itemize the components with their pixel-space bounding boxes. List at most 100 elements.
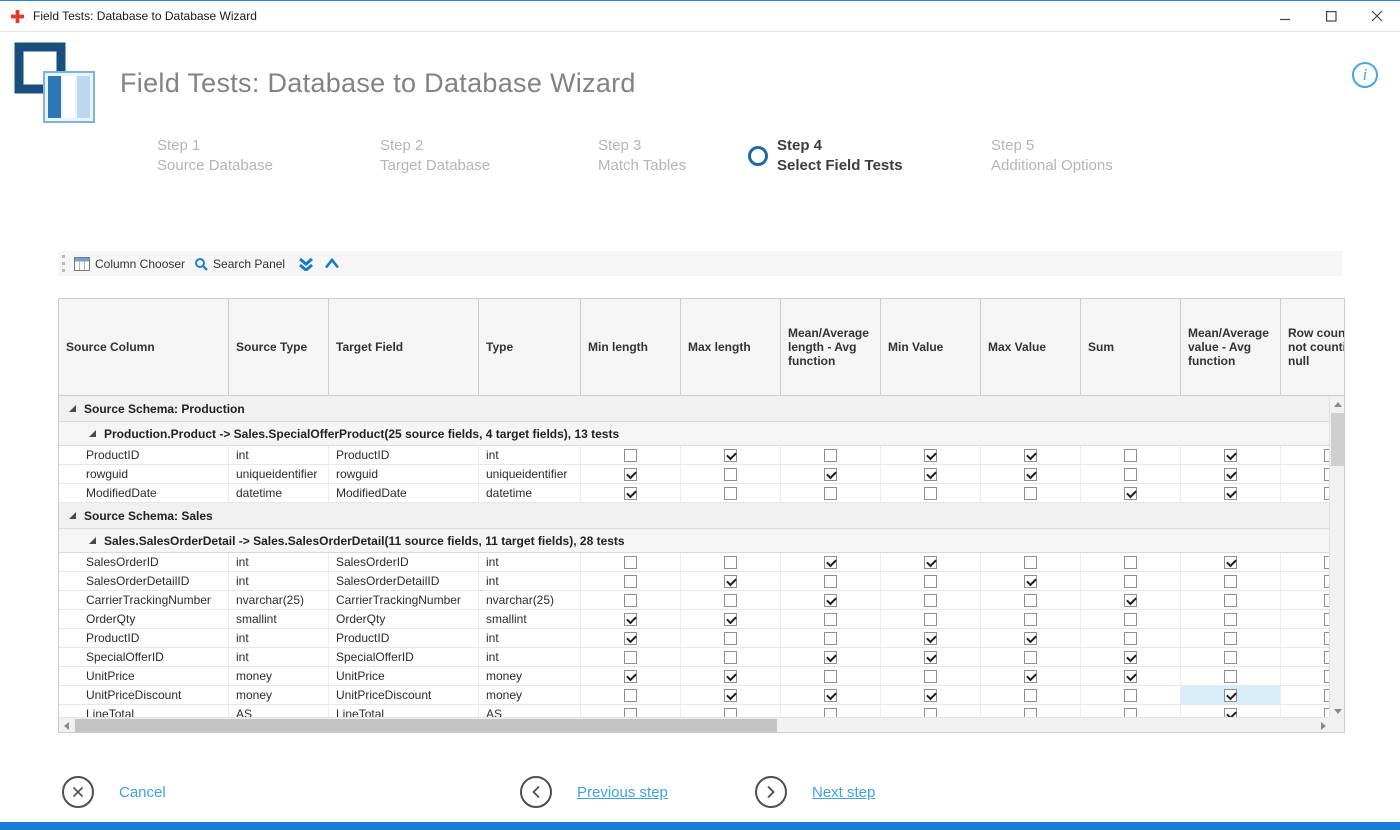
wizard-step-3[interactable]: Step 3Match Tables: [598, 136, 748, 176]
checkbox-checked[interactable]: [1224, 449, 1237, 462]
test-cell[interactable]: [1181, 610, 1281, 628]
test-cell[interactable]: [1081, 553, 1181, 571]
expand-triangle-icon[interactable]: [89, 430, 96, 437]
checkbox-checked[interactable]: [924, 632, 937, 645]
test-cell[interactable]: [581, 591, 681, 609]
next-step-button[interactable]: Next step: [755, 776, 875, 808]
checkbox-unchecked[interactable]: [724, 594, 737, 607]
test-cell[interactable]: [781, 572, 881, 590]
checkbox-unchecked[interactable]: [724, 632, 737, 645]
checkbox-checked[interactable]: [924, 556, 937, 569]
test-cell[interactable]: [781, 648, 881, 666]
table-group-row[interactable]: Production.Product -> Sales.SpecialOffer…: [59, 422, 1345, 446]
checkbox-checked[interactable]: [624, 487, 637, 500]
test-cell[interactable]: [881, 629, 981, 647]
checkbox-unchecked[interactable]: [724, 651, 737, 664]
checkbox-checked[interactable]: [1024, 632, 1037, 645]
checkbox-unchecked[interactable]: [724, 468, 737, 481]
scroll-right-icon[interactable]: [1321, 722, 1326, 730]
checkbox-checked[interactable]: [1224, 468, 1237, 481]
test-cell[interactable]: [1181, 572, 1281, 590]
checkbox-unchecked[interactable]: [1124, 613, 1137, 626]
test-cell[interactable]: [981, 610, 1081, 628]
test-cell[interactable]: [1081, 591, 1181, 609]
test-cell[interactable]: [1181, 553, 1281, 571]
test-cell[interactable]: [981, 667, 1081, 685]
checkbox-unchecked[interactable]: [1224, 613, 1237, 626]
test-cell[interactable]: [681, 610, 781, 628]
test-cell[interactable]: [581, 572, 681, 590]
test-cell[interactable]: [1181, 648, 1281, 666]
scroll-down-icon[interactable]: [1334, 709, 1342, 714]
test-cell[interactable]: [981, 446, 1081, 464]
test-cell[interactable]: [881, 648, 981, 666]
data-row[interactable]: rowguiduniqueidentifierrowguiduniqueiden…: [59, 465, 1345, 484]
checkbox-checked[interactable]: [924, 689, 937, 702]
test-cell[interactable]: [1081, 667, 1181, 685]
test-cell[interactable]: [1081, 610, 1181, 628]
test-cell[interactable]: [881, 610, 981, 628]
horizontal-scrollbar[interactable]: [59, 717, 1331, 732]
test-cell[interactable]: [781, 553, 881, 571]
checkbox-unchecked[interactable]: [824, 632, 837, 645]
test-cell[interactable]: [881, 446, 981, 464]
checkbox-checked[interactable]: [824, 651, 837, 664]
test-cell[interactable]: [781, 629, 881, 647]
test-cell[interactable]: [881, 572, 981, 590]
maximize-button[interactable]: [1308, 1, 1354, 31]
column-header[interactable]: Sum: [1081, 299, 1181, 395]
column-header[interactable]: Min Value: [881, 299, 981, 395]
test-cell[interactable]: [1181, 629, 1281, 647]
checkbox-unchecked[interactable]: [624, 556, 637, 569]
checkbox-checked[interactable]: [724, 689, 737, 702]
test-cell[interactable]: [781, 610, 881, 628]
test-cell[interactable]: [981, 686, 1081, 704]
checkbox-checked[interactable]: [824, 594, 837, 607]
checkbox-unchecked[interactable]: [1024, 556, 1037, 569]
schema-group-row[interactable]: Source Schema: Sales: [59, 503, 1345, 529]
test-cell[interactable]: [681, 553, 781, 571]
column-header[interactable]: Target Field: [329, 299, 479, 395]
column-header[interactable]: Min length: [581, 299, 681, 395]
data-row[interactable]: SpecialOfferIDintSpecialOfferIDint: [59, 648, 1345, 667]
test-cell[interactable]: [581, 629, 681, 647]
checkbox-checked[interactable]: [1024, 670, 1037, 683]
column-header[interactable]: Source Type: [229, 299, 329, 395]
horizontal-scroll-thumb[interactable]: [75, 719, 777, 732]
test-cell[interactable]: [981, 629, 1081, 647]
test-cell[interactable]: [581, 648, 681, 666]
previous-step-button[interactable]: Previous step: [520, 776, 668, 808]
checkbox-checked[interactable]: [724, 613, 737, 626]
data-row[interactable]: ModifiedDatedatetimeModifiedDatedatetime: [59, 484, 1345, 503]
checkbox-unchecked[interactable]: [924, 594, 937, 607]
checkbox-checked[interactable]: [624, 670, 637, 683]
checkbox-unchecked[interactable]: [624, 689, 637, 702]
test-cell[interactable]: [981, 572, 1081, 590]
test-cell[interactable]: [681, 686, 781, 704]
test-cell[interactable]: [1181, 484, 1281, 502]
column-chooser-button[interactable]: Column Chooser: [72, 251, 192, 276]
info-icon[interactable]: i: [1352, 62, 1378, 88]
test-cell[interactable]: [781, 484, 881, 502]
vertical-scroll-thumb[interactable]: [1331, 413, 1344, 466]
expand-all-icon[interactable]: [298, 257, 314, 271]
checkbox-checked[interactable]: [1124, 651, 1137, 664]
column-header[interactable]: Row count, not counting null: [1281, 299, 1345, 395]
checkbox-unchecked[interactable]: [624, 594, 637, 607]
checkbox-checked[interactable]: [624, 468, 637, 481]
test-cell[interactable]: [581, 667, 681, 685]
checkbox-unchecked[interactable]: [1224, 575, 1237, 588]
collapse-all-icon[interactable]: [324, 257, 340, 270]
checkbox-checked[interactable]: [924, 651, 937, 664]
checkbox-checked[interactable]: [824, 689, 837, 702]
checkbox-unchecked[interactable]: [824, 575, 837, 588]
scroll-up-icon[interactable]: [1334, 402, 1342, 407]
close-button[interactable]: [1354, 1, 1400, 31]
checkbox-checked[interactable]: [924, 449, 937, 462]
data-row[interactable]: ProductIDintProductIDint: [59, 629, 1345, 648]
test-cell[interactable]: [781, 446, 881, 464]
test-cell[interactable]: [881, 686, 981, 704]
test-cell[interactable]: [1181, 591, 1281, 609]
checkbox-checked[interactable]: [924, 468, 937, 481]
table-group-row[interactable]: Sales.SalesOrderDetail -> Sales.SalesOrd…: [59, 529, 1345, 553]
